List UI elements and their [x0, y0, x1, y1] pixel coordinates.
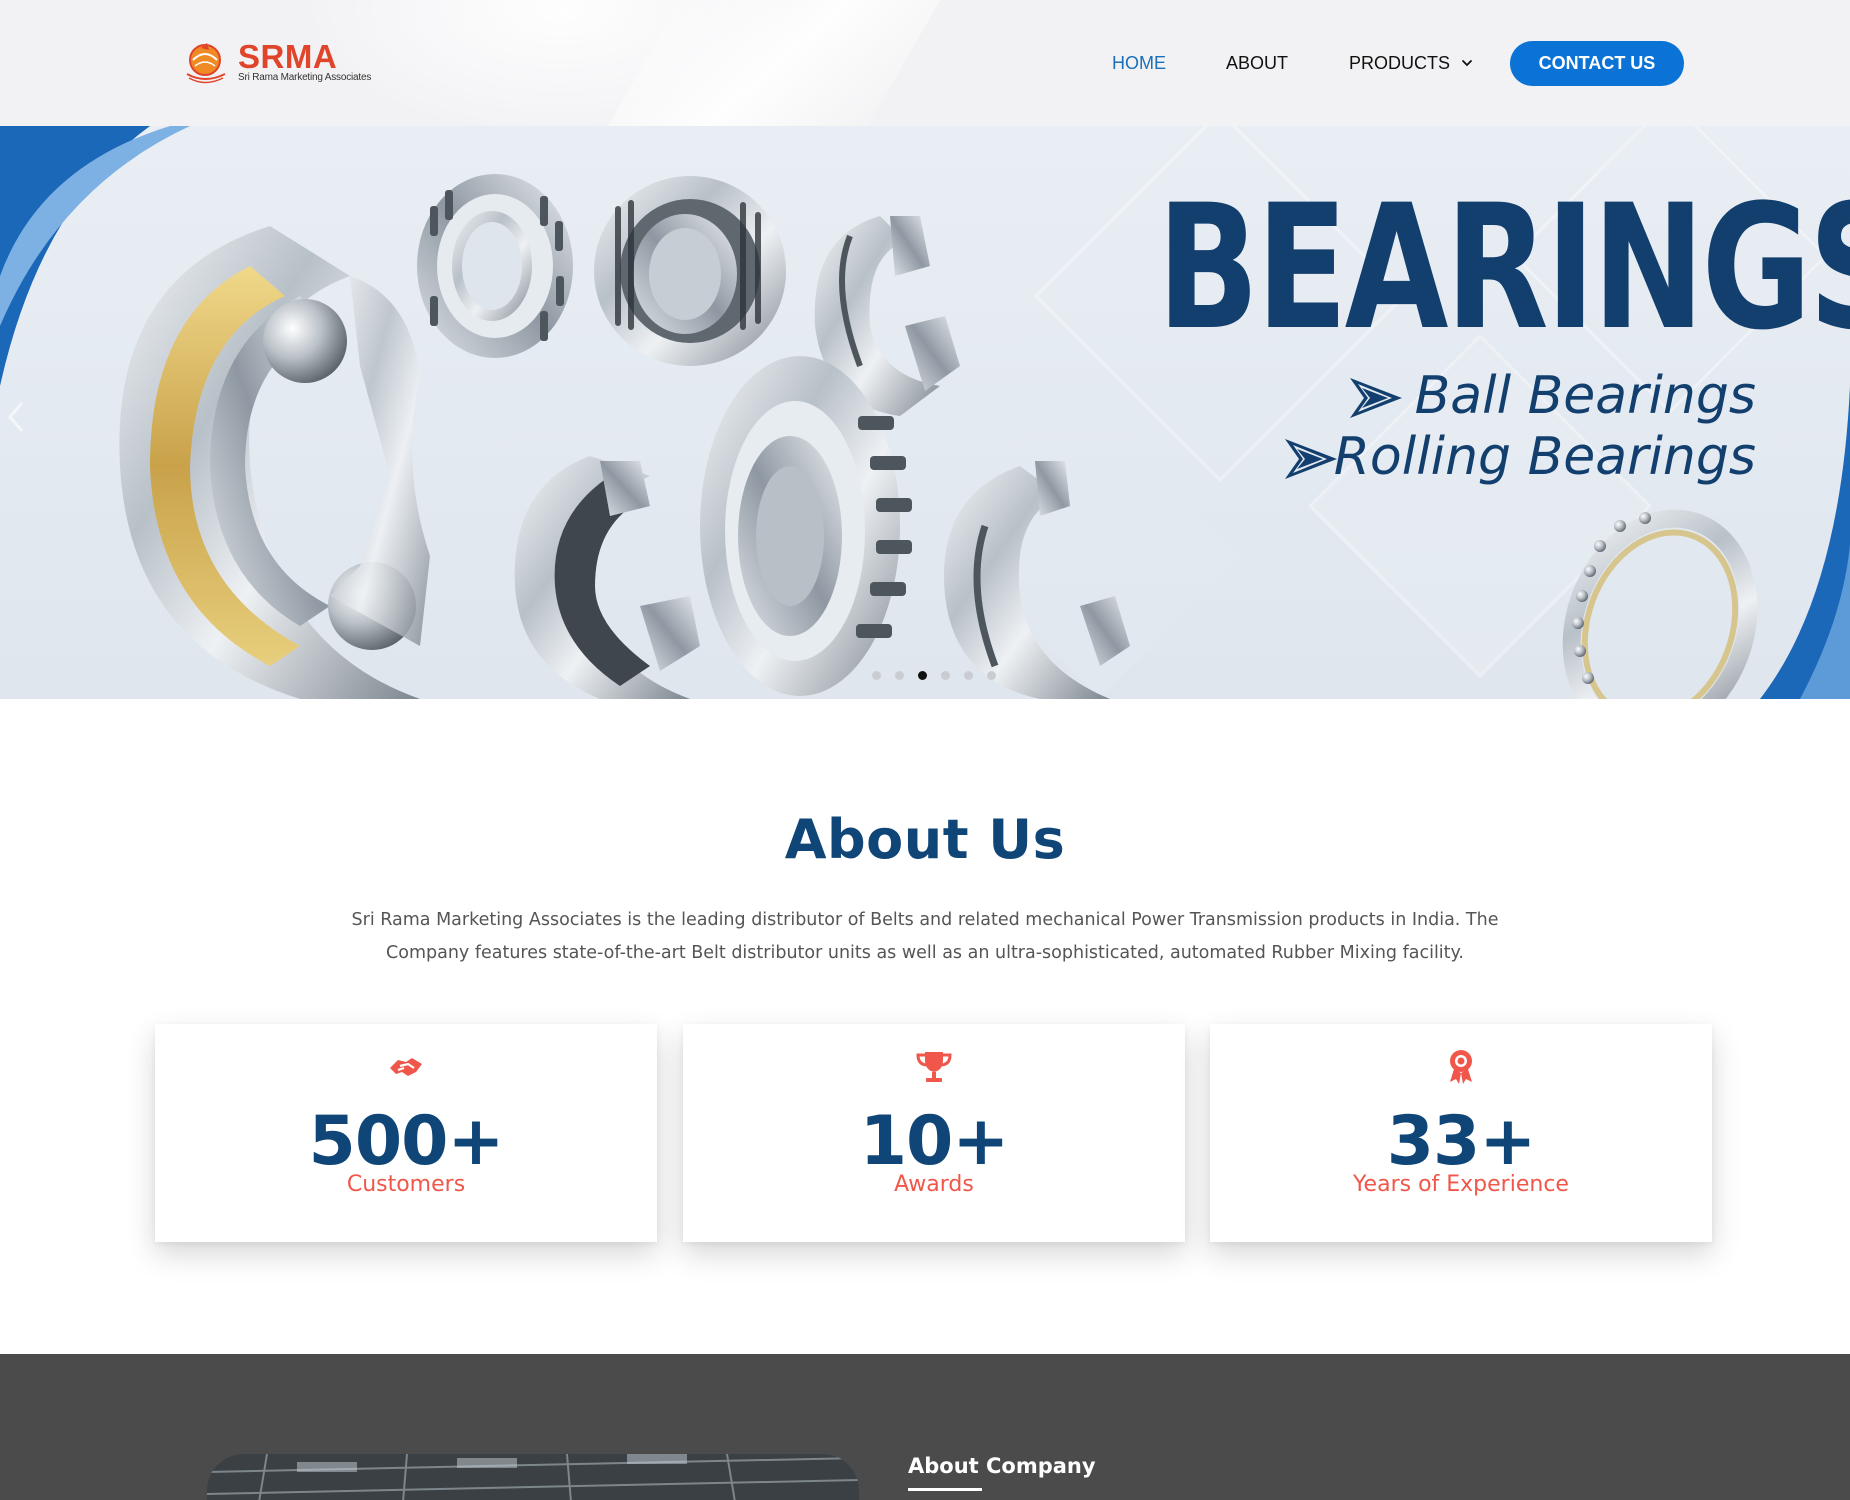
arrow-right-icon: [1285, 439, 1337, 479]
logo-text: SRMA Sri Rama Marketing Associates: [238, 38, 372, 84]
slider-prev-arrow-icon[interactable]: [4, 397, 28, 437]
slider-dot-active[interactable]: [918, 671, 927, 680]
contact-us-button[interactable]: CONTACT US: [1510, 41, 1684, 86]
about-us-description: Sri Rama Marketing Associates is the lea…: [351, 910, 1499, 963]
hero-subtitle-rolling-bearings: Rolling Bearings: [1333, 427, 1756, 487]
award-ribbon-icon: [1450, 1050, 1472, 1084]
nav-item-about[interactable]: ABOUT: [1226, 40, 1288, 86]
hero-subtitle-ball-bearings: Ball Bearings: [1414, 366, 1756, 426]
chevron-down-icon: [1462, 60, 1472, 67]
handshake-icon: [390, 1058, 422, 1076]
factory-photo: [207, 1454, 859, 1500]
slider-dot[interactable]: [941, 671, 950, 680]
site-logo[interactable]: SRMA Sri Rama Marketing Associates: [183, 38, 371, 88]
nav-item-products-label: PRODUCTS: [1349, 53, 1451, 73]
bearing-large: [119, 226, 430, 699]
hero-title: BEARINGS: [1157, 167, 1850, 368]
slider-dot[interactable]: [987, 671, 996, 680]
logo-tagline: Sri Rama Marketing Associates: [238, 72, 372, 83]
site-header: SRMA Sri Rama Marketing Associates HOME …: [0, 0, 1850, 126]
hero-slider: BEARINGS Ball Bearings Rolling Bearings: [0, 126, 1850, 699]
stat-label: Years of Experience: [1353, 1172, 1569, 1197]
stat-card-awards: 10+ Awards: [683, 1024, 1185, 1242]
slider-dot[interactable]: [872, 671, 881, 680]
stat-label: Customers: [346, 1172, 466, 1197]
nav-item-products[interactable]: PRODUCTS: [1349, 40, 1474, 86]
about-company-heading: About Company: [908, 1454, 1096, 1478]
stat-card-customers: 500+ Customers: [155, 1024, 657, 1242]
stat-value: 10+: [859, 1102, 1010, 1181]
heading-underline: [908, 1488, 982, 1491]
arrow-right-icon: [1350, 378, 1402, 418]
trophy-icon: [916, 1052, 952, 1082]
logo-globe-icon: [183, 40, 229, 86]
slider-dot[interactable]: [964, 671, 973, 680]
logo-wordmark: SRMA: [238, 38, 338, 75]
slider-pagination: [872, 671, 996, 680]
about-company-section: About Company: [0, 1354, 1850, 1500]
nav-item-home[interactable]: HOME: [1112, 40, 1166, 86]
stat-label: Awards: [894, 1172, 974, 1197]
stat-value: 500+: [308, 1102, 505, 1181]
about-us-heading: About Us: [784, 808, 1066, 871]
stat-value: 33+: [1386, 1102, 1537, 1181]
stat-card-experience: 33+ Years of Experience: [1210, 1024, 1712, 1242]
slider-dot[interactable]: [895, 671, 904, 680]
